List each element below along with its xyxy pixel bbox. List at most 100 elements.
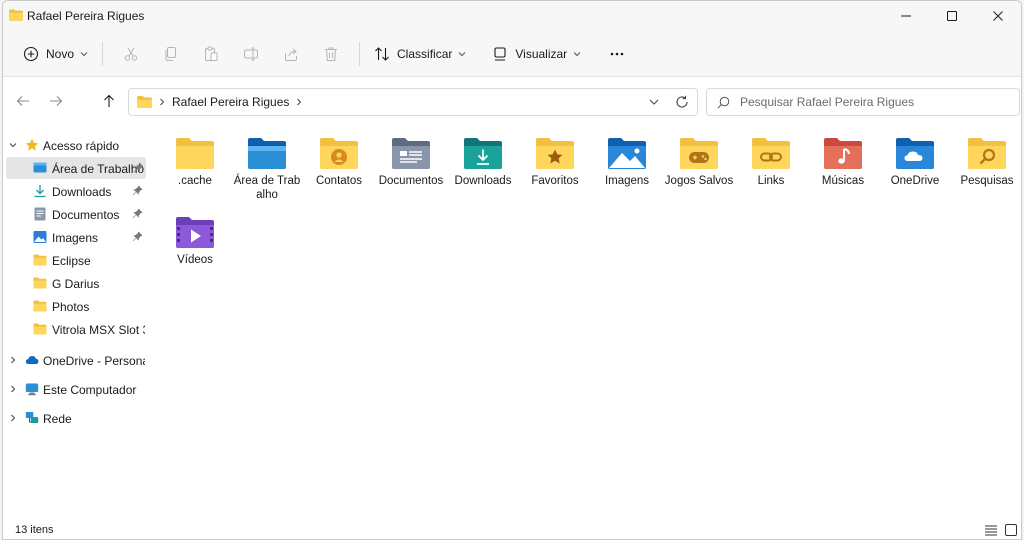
file-explorer-window: Rafael Pereira Rigues Novo Classificar V… [2,0,1022,540]
folder-item[interactable]: Contatos [304,126,374,188]
minimize-icon [901,15,911,17]
sidebar-item-label: Photos [52,300,90,314]
chevron-right-icon[interactable] [8,413,18,423]
sidebar-item-label: Eclipse [52,254,91,268]
pin-icon[interactable] [132,208,143,219]
download-icon [34,185,46,198]
folder-item[interactable]: Imagens [592,126,662,188]
pin-icon[interactable] [133,162,144,173]
forward-button[interactable] [44,90,68,112]
folder-icon [33,300,47,312]
sidebar-item-this-pc[interactable]: Este Computador [3,378,145,400]
folder-item[interactable]: Vídeos [160,205,230,267]
more-icon [610,52,624,55]
cut-button[interactable] [111,38,151,70]
folder-item[interactable]: .cache [160,126,230,188]
large-icons-view-icon[interactable] [1004,523,1018,537]
downloads-folder-icon [464,138,502,169]
folder-icon [137,96,152,108]
star-icon [25,138,39,151]
sidebar-item-downloads[interactable]: Downloads [3,180,145,202]
folder-item[interactable]: Músicas [808,126,878,188]
search-box[interactable] [706,88,1020,116]
chevron-down-icon[interactable] [649,98,659,106]
chevron-down-icon [573,51,581,56]
minimize-button[interactable] [883,1,929,31]
chevron-down-icon[interactable] [8,140,18,150]
arrow-right-icon [50,96,63,106]
search-input[interactable] [740,95,1000,109]
item-count: 13 itens [15,524,54,536]
search-icon [717,96,730,108]
sidebar-item-desktop[interactable]: Área de Trabalho [6,157,146,179]
address-bar[interactable]: Rafael Pereira Rigues [128,88,698,116]
folder-icon [33,254,47,266]
share-button[interactable] [271,38,311,70]
paste-button[interactable] [191,38,231,70]
rename-button[interactable] [231,38,271,70]
pin-icon[interactable] [132,185,143,196]
delete-button[interactable] [311,38,351,70]
folder-item[interactable]: Área de Trabalho [232,126,302,202]
folder-item[interactable]: Jogos Salvos [664,126,734,188]
folder-name: Contatos [315,175,363,187]
status-bar: 13 itens [3,517,1021,539]
refresh-icon[interactable] [675,95,689,109]
command-bar: Novo Classificar Visualizar [3,31,1021,77]
folder-name: Documentos [378,175,444,187]
details-view-icon[interactable] [984,523,998,537]
links-folder-icon [752,138,790,169]
maximize-icon [947,11,957,21]
title-bar: Rafael Pereira Rigues [3,1,1021,31]
chevron-right-icon [160,98,165,106]
view-button[interactable]: Visualizar [486,38,587,70]
back-button[interactable] [11,90,35,112]
clipboard-icon [205,46,218,61]
folder-name: Downloads [454,175,512,187]
chevron-down-icon [80,51,88,56]
breadcrumb-item[interactable]: Rafael Pereira Rigues [172,95,289,109]
more-options-button[interactable] [597,38,637,70]
pin-icon[interactable] [132,231,143,242]
sidebar-item-g-darius[interactable]: G Darius [3,272,145,294]
sidebar-item-pictures[interactable]: Imagens [3,226,145,248]
sidebar-item-onedrive[interactable]: OneDrive - Personal [3,349,145,371]
sidebar-item-eclipse[interactable]: Eclipse [3,249,145,271]
folder-name: Área de Trabalho [233,175,301,201]
folder-name: Pesquisas [960,175,1014,187]
sidebar-item-label: Vitrola MSX Slot 34 [52,323,145,337]
folder-item[interactable]: OneDrive [880,126,950,188]
address-row: Rafael Pereira Rigues [3,78,1021,124]
sidebar-item-network[interactable]: Rede [3,407,145,429]
new-button[interactable]: Novo [17,38,94,70]
folder-item[interactable]: Favoritos [520,126,590,188]
sidebar-item-documents[interactable]: Documentos [3,203,145,225]
sidebar-item-vitrola[interactable]: Vitrola MSX Slot 34 [3,318,145,340]
folder-item[interactable]: Pesquisas [952,126,1021,188]
favorites-folder-icon [536,138,574,169]
new-label: Novo [46,46,75,61]
folder-item[interactable]: Links [736,126,806,188]
sidebar-item-label: Imagens [52,231,99,245]
up-button[interactable] [97,90,121,112]
view-label: Visualizar [515,46,568,61]
sidebar-item-quick-access[interactable]: Acesso rápido [3,134,145,156]
sidebar-item-label: OneDrive - Personal [43,354,145,368]
maximize-button[interactable] [929,1,975,31]
chevron-right-icon[interactable] [295,98,303,106]
chevron-right-icon[interactable] [8,384,18,394]
folder-icon [33,323,47,335]
plus-circle-icon [23,46,39,61]
close-button[interactable] [975,1,1021,31]
file-list: .cache Área de Trabalho Contatos Documen… [163,126,1019,511]
chevron-right-icon[interactable] [8,355,18,365]
sort-button[interactable]: Classificar [368,38,472,70]
copy-button[interactable] [151,38,191,70]
chevron-down-icon [459,51,466,56]
arrow-up-icon [104,94,114,107]
sidebar-item-label: Este Computador [43,383,137,397]
network-icon [25,412,39,423]
folder-item[interactable]: Downloads [448,126,518,188]
folder-item[interactable]: Documentos [376,126,446,188]
sidebar-item-photos[interactable]: Photos [3,295,145,317]
